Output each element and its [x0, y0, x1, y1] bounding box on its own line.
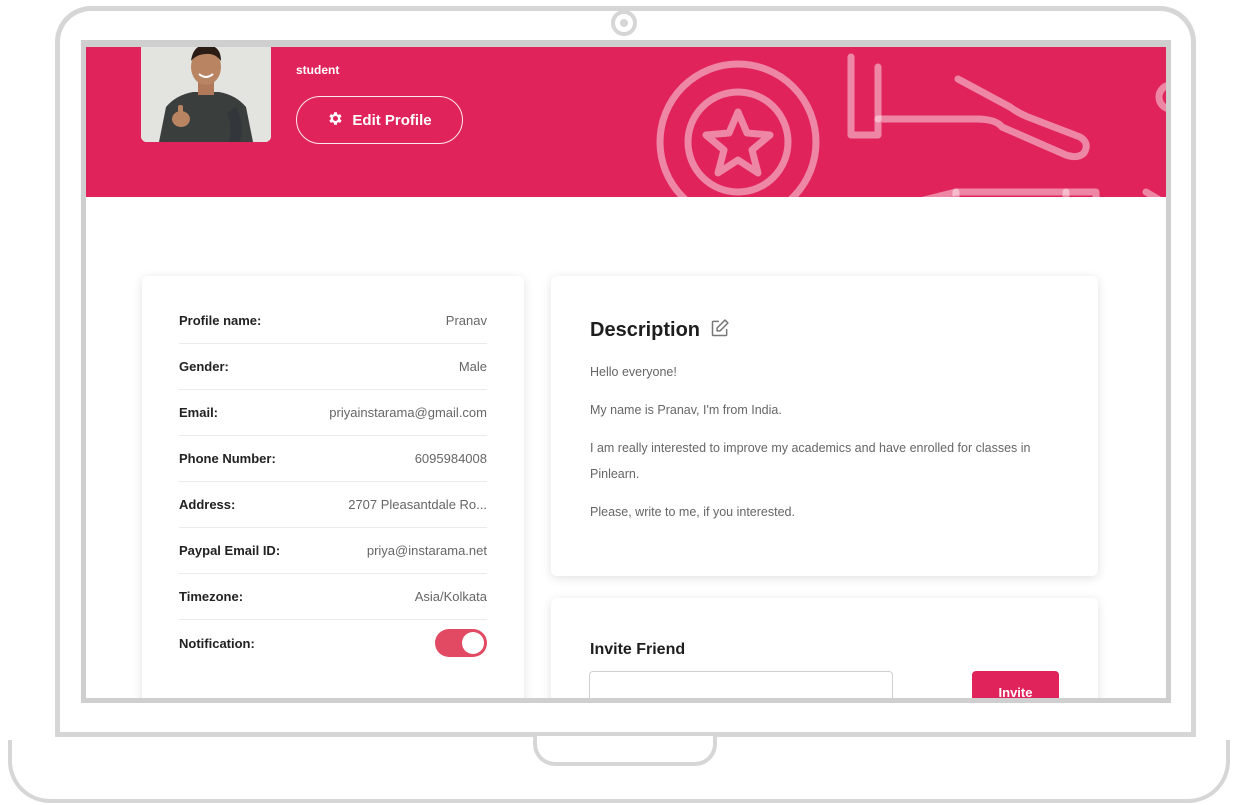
timezone-label: Timezone: [179, 589, 244, 604]
profile-name-value: Pranav [445, 313, 487, 328]
description-paragraph: Hello everyone! [590, 365, 677, 379]
webcam-icon [611, 10, 637, 36]
description-paragraph: I am really interested to improve my aca… [590, 441, 1031, 481]
email-value: priyainstarama@gmail.com [329, 405, 487, 420]
gender-row: Gender: Male [179, 344, 487, 390]
banner-illustration [656, 53, 1166, 197]
edit-profile-label: Edit Profile [352, 111, 432, 129]
timezone-value: Asia/Kolkata [414, 589, 487, 604]
laptop-screen: student Edit Profile Profile name: Prana… [81, 40, 1171, 703]
user-role: student [296, 63, 340, 77]
profile-name-row: Profile name: Pranav [179, 298, 487, 344]
timezone-row: Timezone: Asia/Kolkata [179, 574, 487, 620]
description-header: Description [590, 318, 730, 343]
toggle-knob [462, 632, 484, 654]
profile-details-card: Profile name: Pranav Gender: Male Email:… [142, 276, 524, 698]
phone-row: Phone Number: 6095984008 [179, 436, 487, 482]
laptop-notch [533, 736, 717, 766]
description-paragraph: My name is Pranav, I'm from India. [590, 403, 782, 417]
paypal-row: Paypal Email ID: priya@instarama.net [179, 528, 487, 574]
gender-value: Male [458, 359, 487, 374]
address-value: 2707 Pleasantdale Ro... [348, 497, 487, 512]
email-label: Email: [179, 405, 219, 420]
gear-icon [327, 110, 344, 130]
description-text: Hello everyone! My name is Pranav, I'm f… [590, 359, 1050, 537]
description-paragraph: Please, write to me, if you interested. [590, 505, 795, 519]
paypal-value: priya@instarama.net [366, 543, 487, 558]
notification-toggle[interactable] [435, 629, 487, 657]
phone-value: 6095984008 [414, 451, 487, 466]
address-label: Address: [179, 497, 236, 512]
avatar-photo [141, 47, 271, 142]
paypal-label: Paypal Email ID: [179, 543, 281, 558]
email-row: Email: priyainstarama@gmail.com [179, 390, 487, 436]
description-card: Description Hello everyone! My name is P… [551, 276, 1098, 576]
profile-page: student Edit Profile Profile name: Prana… [86, 47, 1166, 698]
invite-friend-title: Invite Friend [590, 641, 686, 658]
address-row: Address: 2707 Pleasantdale Ro... [179, 482, 487, 528]
notification-label: Notification: [179, 635, 255, 651]
avatar [141, 47, 271, 142]
edit-profile-button[interactable]: Edit Profile [296, 96, 463, 144]
profile-banner: student Edit Profile [86, 47, 1166, 197]
gender-label: Gender: [179, 359, 229, 374]
invite-friend-card: Invite Friend Invite [551, 598, 1098, 698]
profile-name-label: Profile name: [179, 313, 262, 328]
invite-email-input[interactable] [589, 671, 893, 698]
invite-button[interactable]: Invite [972, 671, 1059, 698]
edit-icon[interactable] [710, 318, 730, 343]
profile-details-list: Profile name: Pranav Gender: Male Email:… [179, 298, 487, 666]
phone-label: Phone Number: [179, 451, 276, 466]
description-title: Description [590, 319, 701, 341]
notification-row: Notification: [179, 620, 487, 666]
